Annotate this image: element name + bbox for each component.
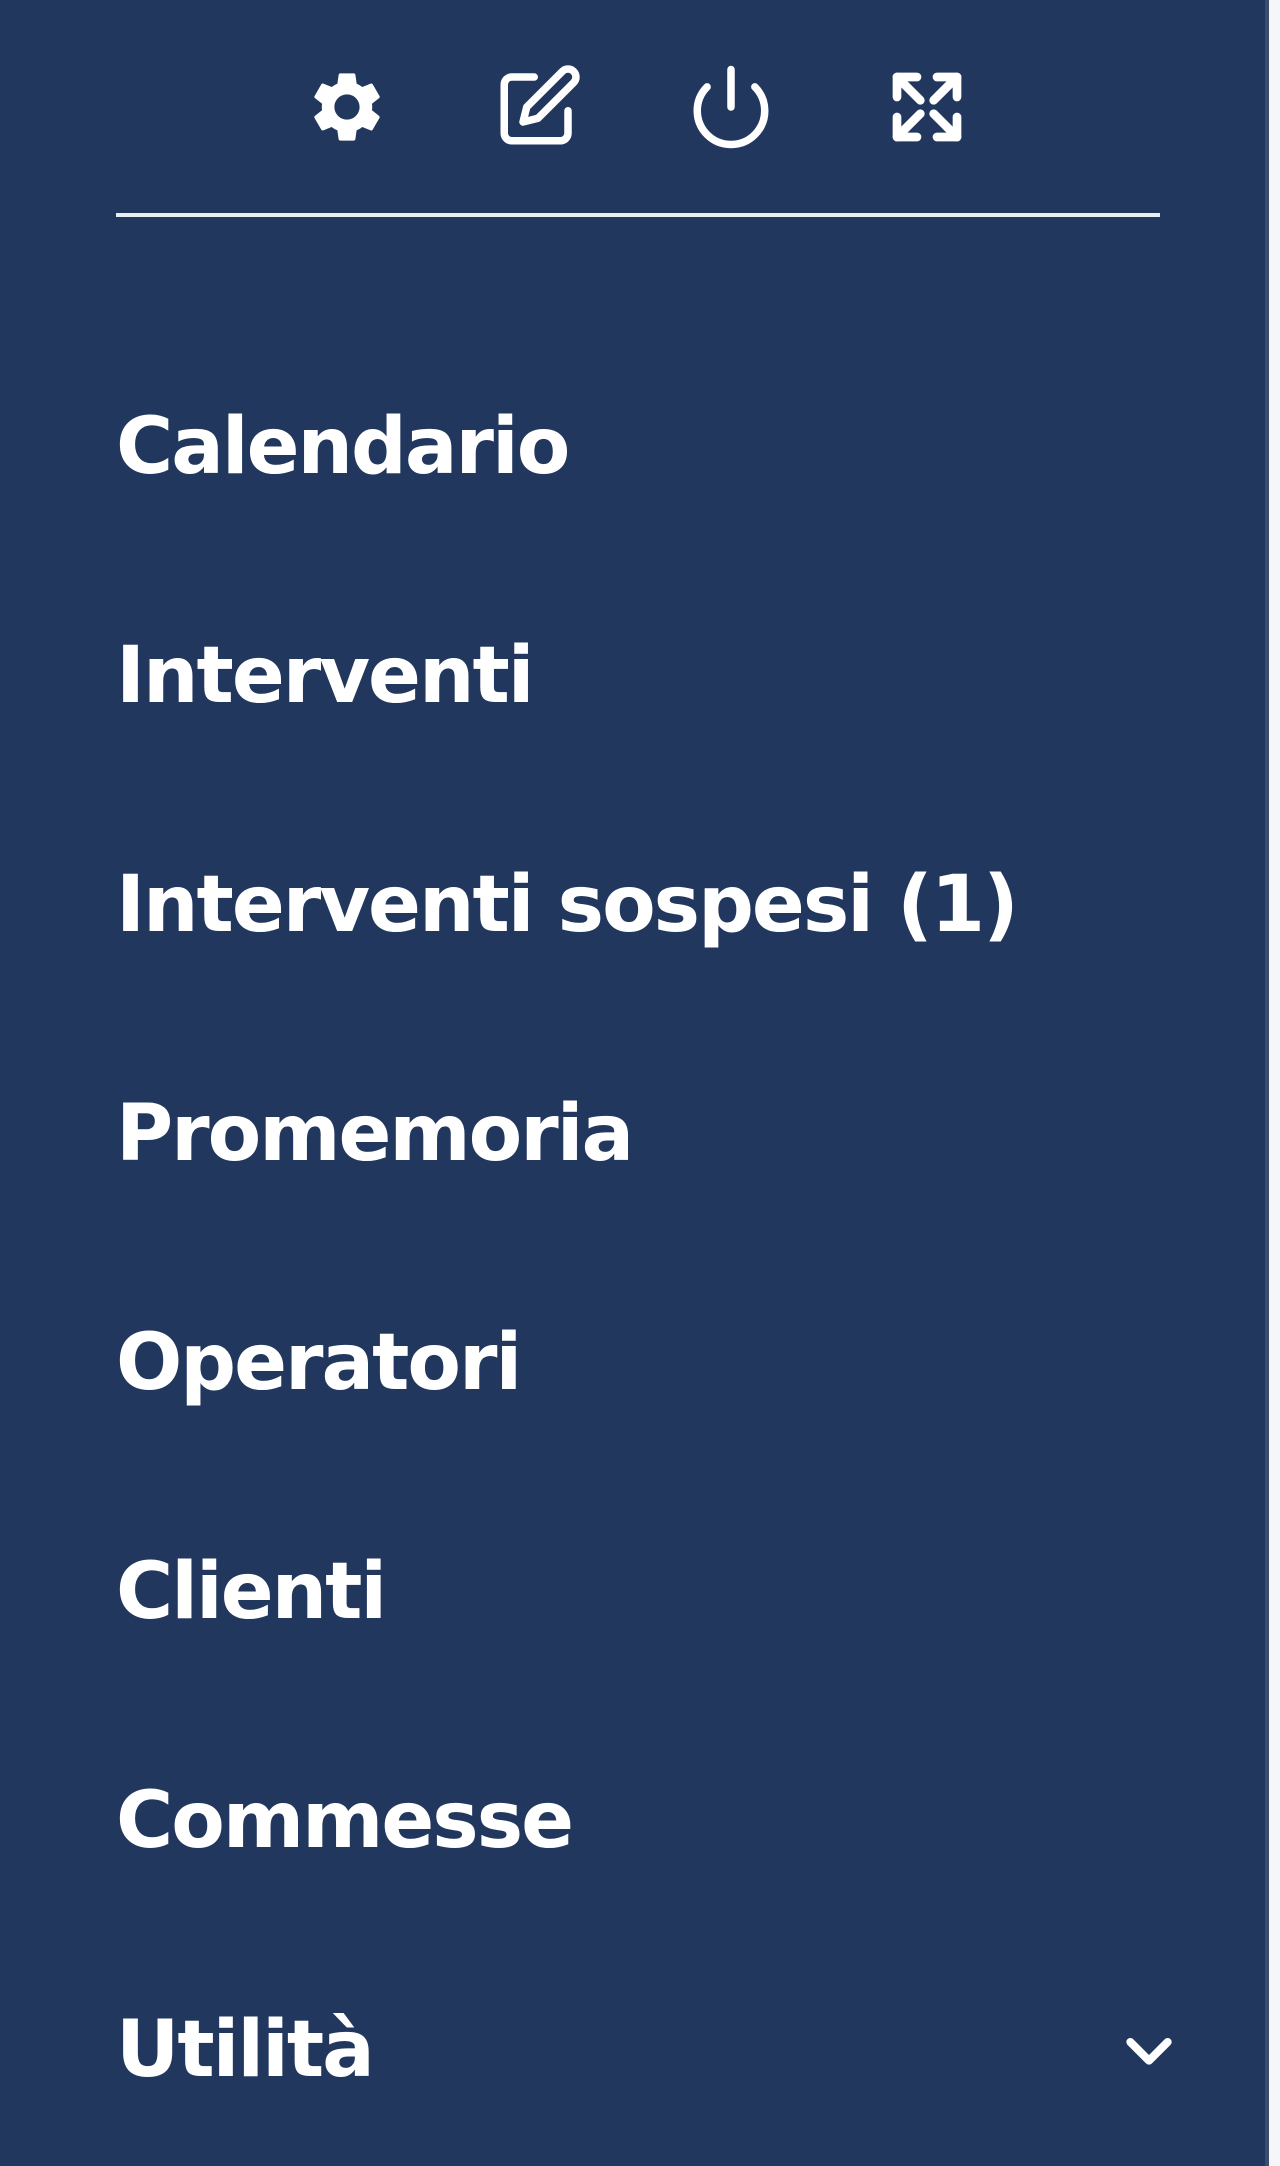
sidebar-item-interventi[interactable]: Interventi bbox=[0, 561, 1265, 790]
page-content-edge bbox=[1269, 0, 1280, 2166]
power-icon bbox=[686, 62, 776, 152]
fullscreen-button[interactable] bbox=[872, 52, 982, 162]
sidebar-item-label: Clienti bbox=[116, 1546, 387, 1637]
fullscreen-icon bbox=[887, 67, 967, 147]
sidebar-item-commesse[interactable]: Commesse bbox=[0, 1706, 1265, 1935]
sidebar-item-label: Promemoria bbox=[116, 1088, 634, 1179]
sidebar-item-label: Interventi sospesi (1) bbox=[116, 859, 1019, 950]
sidebar-toolbar bbox=[0, 52, 1265, 162]
sidebar-item-interventi-sospesi[interactable]: Interventi sospesi (1) bbox=[0, 790, 1265, 1019]
sidebar-item-label: Interventi bbox=[116, 630, 535, 721]
sidebar-item-promemoria[interactable]: Promemoria bbox=[0, 1019, 1265, 1248]
edit-button[interactable] bbox=[483, 52, 593, 162]
edit-icon bbox=[493, 62, 583, 152]
sidebar-item-label: Utilità bbox=[116, 2004, 375, 2095]
sidebar-item-calendario[interactable]: Calendario bbox=[0, 332, 1265, 561]
chevron-down-icon[interactable] bbox=[1113, 2014, 1185, 2086]
power-button[interactable] bbox=[676, 52, 786, 162]
sidebar: Calendario Interventi Interventi sospesi… bbox=[0, 0, 1269, 2166]
settings-button[interactable] bbox=[292, 52, 402, 162]
toolbar-divider bbox=[116, 213, 1160, 217]
sidebar-item-operatori[interactable]: Operatori bbox=[0, 1248, 1265, 1477]
sidebar-item-label: Calendario bbox=[116, 401, 570, 492]
sidebar-item-utilita[interactable]: Utilità bbox=[0, 1935, 1265, 2164]
sidebar-item-label: Operatori bbox=[116, 1317, 522, 1408]
sidebar-item-clienti[interactable]: Clienti bbox=[0, 1477, 1265, 1706]
sidebar-item-label: Commesse bbox=[116, 1775, 574, 1866]
sidebar-menu: Calendario Interventi Interventi sospesi… bbox=[0, 332, 1265, 2164]
gear-icon bbox=[305, 65, 389, 149]
